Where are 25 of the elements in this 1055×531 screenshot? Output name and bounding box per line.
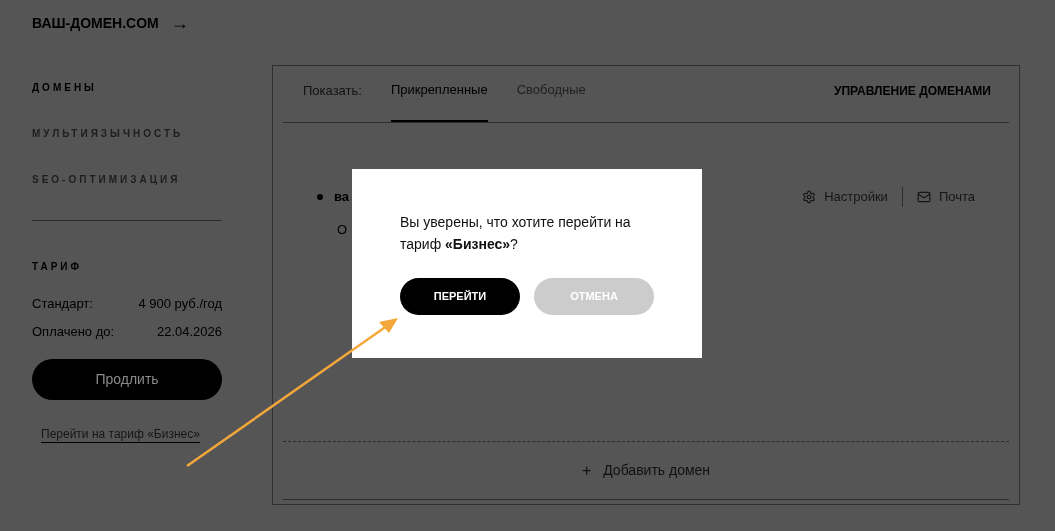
domain-action[interactable]: Почта <box>938 187 975 207</box>
mail-icon <box>916 190 931 204</box>
dialog-message: Вы уверены, что хотите перейти на тариф «Бизнес»? <box>400 213 632 254</box>
tariff-label: Стандарт: <box>32 296 93 312</box>
confirm-button[interactable]: ПЕРЕЙТИ <box>400 278 520 315</box>
bullet-icon <box>317 194 323 200</box>
filter-tab[interactable]: Прикрепленные <box>390 79 488 122</box>
section-title: ТАРИФ <box>32 260 84 274</box>
domain-detail: О <box>337 221 348 239</box>
manage-domains-link[interactable]: УПРАВЛЕНИЕ ДОМЕНАМИ <box>834 82 991 100</box>
domain-name[interactable]: ва <box>334 187 350 207</box>
sidebar-item[interactable]: ДОМЕНЫ <box>32 80 222 95</box>
domain-action[interactable]: Настройки <box>824 187 888 207</box>
tariff-value: 22.04.2026 <box>156 324 222 340</box>
add-domain-button[interactable]: + Добавить домен <box>581 458 711 483</box>
show-label: Показать: <box>303 81 362 100</box>
arrow-icon[interactable]: → <box>170 14 189 32</box>
sidebar-item[interactable]: SEO-ОПТИМИЗАЦИЯ <box>32 172 222 187</box>
tariff-value: 4 900 руб./год <box>138 296 222 312</box>
upgrade-link[interactable]: Перейти на тариф «Бизнес» <box>41 426 200 443</box>
tariff-label: Оплачено до: <box>32 324 115 340</box>
site-title[interactable]: ВАШ-ДОМЕН.COM <box>32 12 159 34</box>
renew-button[interactable]: Продлить <box>32 359 222 400</box>
settings-icon <box>802 190 817 204</box>
sidebar-item[interactable]: МУЛЬТИЯЗЫЧНОСТЬ <box>32 126 222 141</box>
